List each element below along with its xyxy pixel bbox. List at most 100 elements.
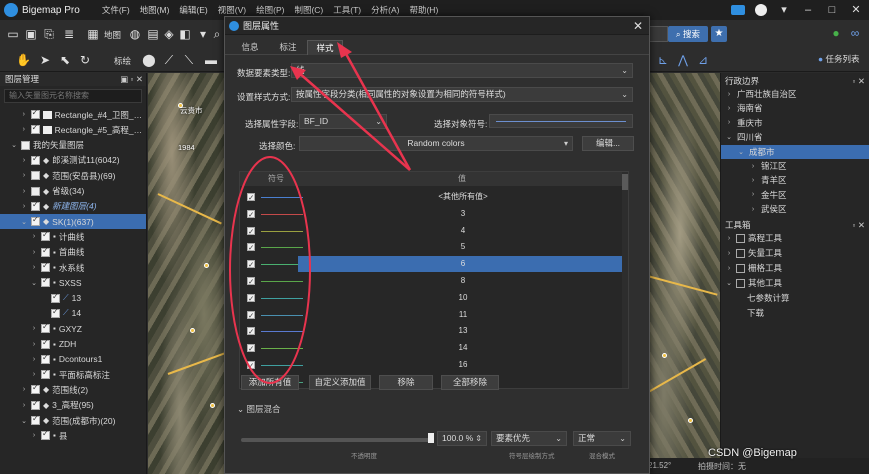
row-checkbox[interactable] xyxy=(247,207,255,223)
profile-icon[interactable]: ⋀ xyxy=(676,53,690,67)
favorite-star-icon[interactable]: ★ xyxy=(711,26,727,42)
task-list-button[interactable]: ● 任务列表 xyxy=(818,53,860,65)
map-canvas-left[interactable]: 云贵市 1984 xyxy=(148,73,228,474)
add-all-values-button[interactable]: 添加所有值 xyxy=(241,375,299,390)
layer-visibility-checkbox[interactable] xyxy=(31,383,40,395)
layer-row[interactable]: › ◆郎溪测试11(6042) xyxy=(0,153,146,168)
row-checkbox[interactable] xyxy=(247,308,255,324)
row-checkbox[interactable] xyxy=(247,291,255,307)
layer-row[interactable]: › ◆3_高程(95) xyxy=(0,398,146,413)
color-select[interactable]: Random colors ▾ xyxy=(299,136,573,151)
layer-visibility-checkbox[interactable] xyxy=(51,292,60,303)
link-icon[interactable]: ∞ xyxy=(848,26,862,40)
layer-visibility-checkbox[interactable] xyxy=(51,307,60,318)
layer-visibility-checkbox[interactable] xyxy=(31,186,40,196)
map-marker-icon[interactable] xyxy=(688,418,693,423)
region-item[interactable]: › 金牛区 xyxy=(721,188,869,202)
table-row[interactable]: 8 xyxy=(240,273,623,290)
layer-row[interactable]: › ◆范围线(2) xyxy=(0,382,146,397)
table-row[interactable]: 13 xyxy=(240,323,623,340)
chevron-down-icon[interactable]: ⌄ xyxy=(30,279,38,287)
symbol-line-sample[interactable] xyxy=(261,348,303,350)
symbol-line-sample[interactable] xyxy=(261,331,303,333)
panel-controls[interactable]: ▫ ✕ xyxy=(853,219,866,231)
chevron-right-icon[interactable]: › xyxy=(20,188,28,195)
menu-edit[interactable]: 编辑(E) xyxy=(179,4,207,16)
table-row[interactable]: 6 xyxy=(240,256,628,273)
layer-row[interactable]: › ◆新建图层(4) xyxy=(0,199,146,214)
symbol-line-sample[interactable] xyxy=(261,230,303,232)
chevron-down-icon[interactable]: ▾ xyxy=(196,27,210,41)
layer-visibility-checkbox[interactable] xyxy=(31,399,40,410)
tool-item[interactable]: › 栅格工具 xyxy=(721,261,869,275)
panel-controls[interactable]: ▣ ▫ ✕ xyxy=(120,73,143,86)
layer-row[interactable]: › ◆ 省级(34) xyxy=(0,184,146,199)
layers-icon[interactable]: ≣ xyxy=(62,27,76,41)
style-mode-select[interactable]: 按属性字段分类(相同属性的对象设置为相同的符号样式) ⌄ xyxy=(291,87,633,102)
layer-search-input[interactable]: 输入矢量图元名称搜索 xyxy=(4,89,142,103)
layer-visibility-checkbox[interactable] xyxy=(41,429,50,441)
layer-visibility-checkbox[interactable] xyxy=(31,154,40,165)
layer-row[interactable]: › Rectangle_#5_高程_Le... xyxy=(0,122,146,137)
map-canvas-right[interactable] xyxy=(639,73,720,474)
measure-icon[interactable]: ⊾ xyxy=(656,53,670,67)
layer-row[interactable]: › ▪Dcontours1 xyxy=(0,352,146,367)
symbol-line-sample[interactable] xyxy=(261,297,303,299)
chevron-right-icon[interactable]: › xyxy=(725,119,733,126)
row-checkbox[interactable] xyxy=(247,324,255,340)
region-item[interactable]: › 广西壮族自治区 xyxy=(721,87,869,101)
chevron-right-icon[interactable]: › xyxy=(749,177,757,184)
layer-row[interactable]: › ▪平面标高标注 xyxy=(0,367,146,382)
region-item[interactable]: › 海南省 xyxy=(721,101,869,115)
layer-row[interactable]: › ▪水系线 xyxy=(0,260,146,275)
chevron-right-icon[interactable]: › xyxy=(725,235,733,242)
layer-row[interactable]: ⟋13 xyxy=(0,291,146,306)
panel-controls[interactable]: ▫ ✕ xyxy=(853,75,866,87)
search-button[interactable]: ⌕ 搜索 xyxy=(668,26,708,42)
layer-visibility-checkbox[interactable] xyxy=(31,200,40,211)
chevron-right-icon[interactable]: › xyxy=(30,432,38,439)
data-type-select[interactable]: 线 ⌄ xyxy=(291,63,633,78)
symbol-line-sample[interactable] xyxy=(261,314,303,316)
chevron-right-icon[interactable]: › xyxy=(20,402,28,409)
remove-button[interactable]: 移除 xyxy=(379,375,433,390)
region-item[interactable]: › 武侯区 xyxy=(721,202,869,216)
chevron-right-icon[interactable]: › xyxy=(725,91,733,98)
layer-visibility-checkbox[interactable] xyxy=(41,246,50,257)
grid-icon[interactable]: ▤ xyxy=(146,27,160,41)
dropdown-icon[interactable]: ▾ xyxy=(777,3,791,17)
menu-file[interactable]: 文件(F) xyxy=(102,4,130,16)
row-checkbox[interactable] xyxy=(247,358,255,374)
message-icon[interactable] xyxy=(731,5,745,15)
zoom-icon[interactable]: ⌕ xyxy=(210,27,224,41)
chevron-right-icon[interactable]: › xyxy=(30,371,38,378)
tool-item[interactable]: 七参数计算 xyxy=(721,291,869,305)
map-search-input[interactable] xyxy=(648,26,668,42)
layer-row[interactable]: ⌄ ▪SXSS xyxy=(0,275,146,290)
menu-draw[interactable]: 绘图(P) xyxy=(256,4,284,16)
chevron-right-icon[interactable]: › xyxy=(20,157,28,164)
chevron-right-icon[interactable]: › xyxy=(20,126,28,133)
symbol-picker[interactable] xyxy=(489,114,633,128)
layer-row[interactable]: › Rectangle_#4_卫图_Le... xyxy=(0,107,146,122)
chevron-right-icon[interactable]: › xyxy=(749,206,757,213)
layer-visibility-checkbox[interactable] xyxy=(41,353,50,364)
layer-row[interactable]: ⟋14 xyxy=(0,306,146,321)
menu-view[interactable]: 视图(V) xyxy=(218,4,246,16)
region-item[interactable]: ⌄ 成都市 xyxy=(721,144,869,159)
rotate-icon[interactable]: ↻ xyxy=(78,53,92,67)
globe-icon[interactable]: ◍ xyxy=(128,27,142,41)
mark-label[interactable]: 标绘 xyxy=(114,55,131,67)
minimize-icon[interactable]: – xyxy=(801,3,815,17)
opacity-input[interactable]: 100.0 % ⇕ xyxy=(437,431,487,446)
menu-cartography[interactable]: 制图(C) xyxy=(294,4,323,16)
symbol-line-sample[interactable] xyxy=(261,264,303,266)
region-item[interactable]: › 重庆市 xyxy=(721,116,869,130)
chevron-right-icon[interactable]: › xyxy=(20,386,28,393)
symbol-line-sample[interactable] xyxy=(261,247,303,249)
row-checkbox[interactable] xyxy=(247,240,255,256)
blend-mode-select[interactable]: 正常 ⌄ xyxy=(573,431,631,446)
chevron-right-icon[interactable]: › xyxy=(30,233,38,240)
symbol-line-sample[interactable] xyxy=(261,281,303,282)
map-marker-icon[interactable] xyxy=(178,103,183,108)
